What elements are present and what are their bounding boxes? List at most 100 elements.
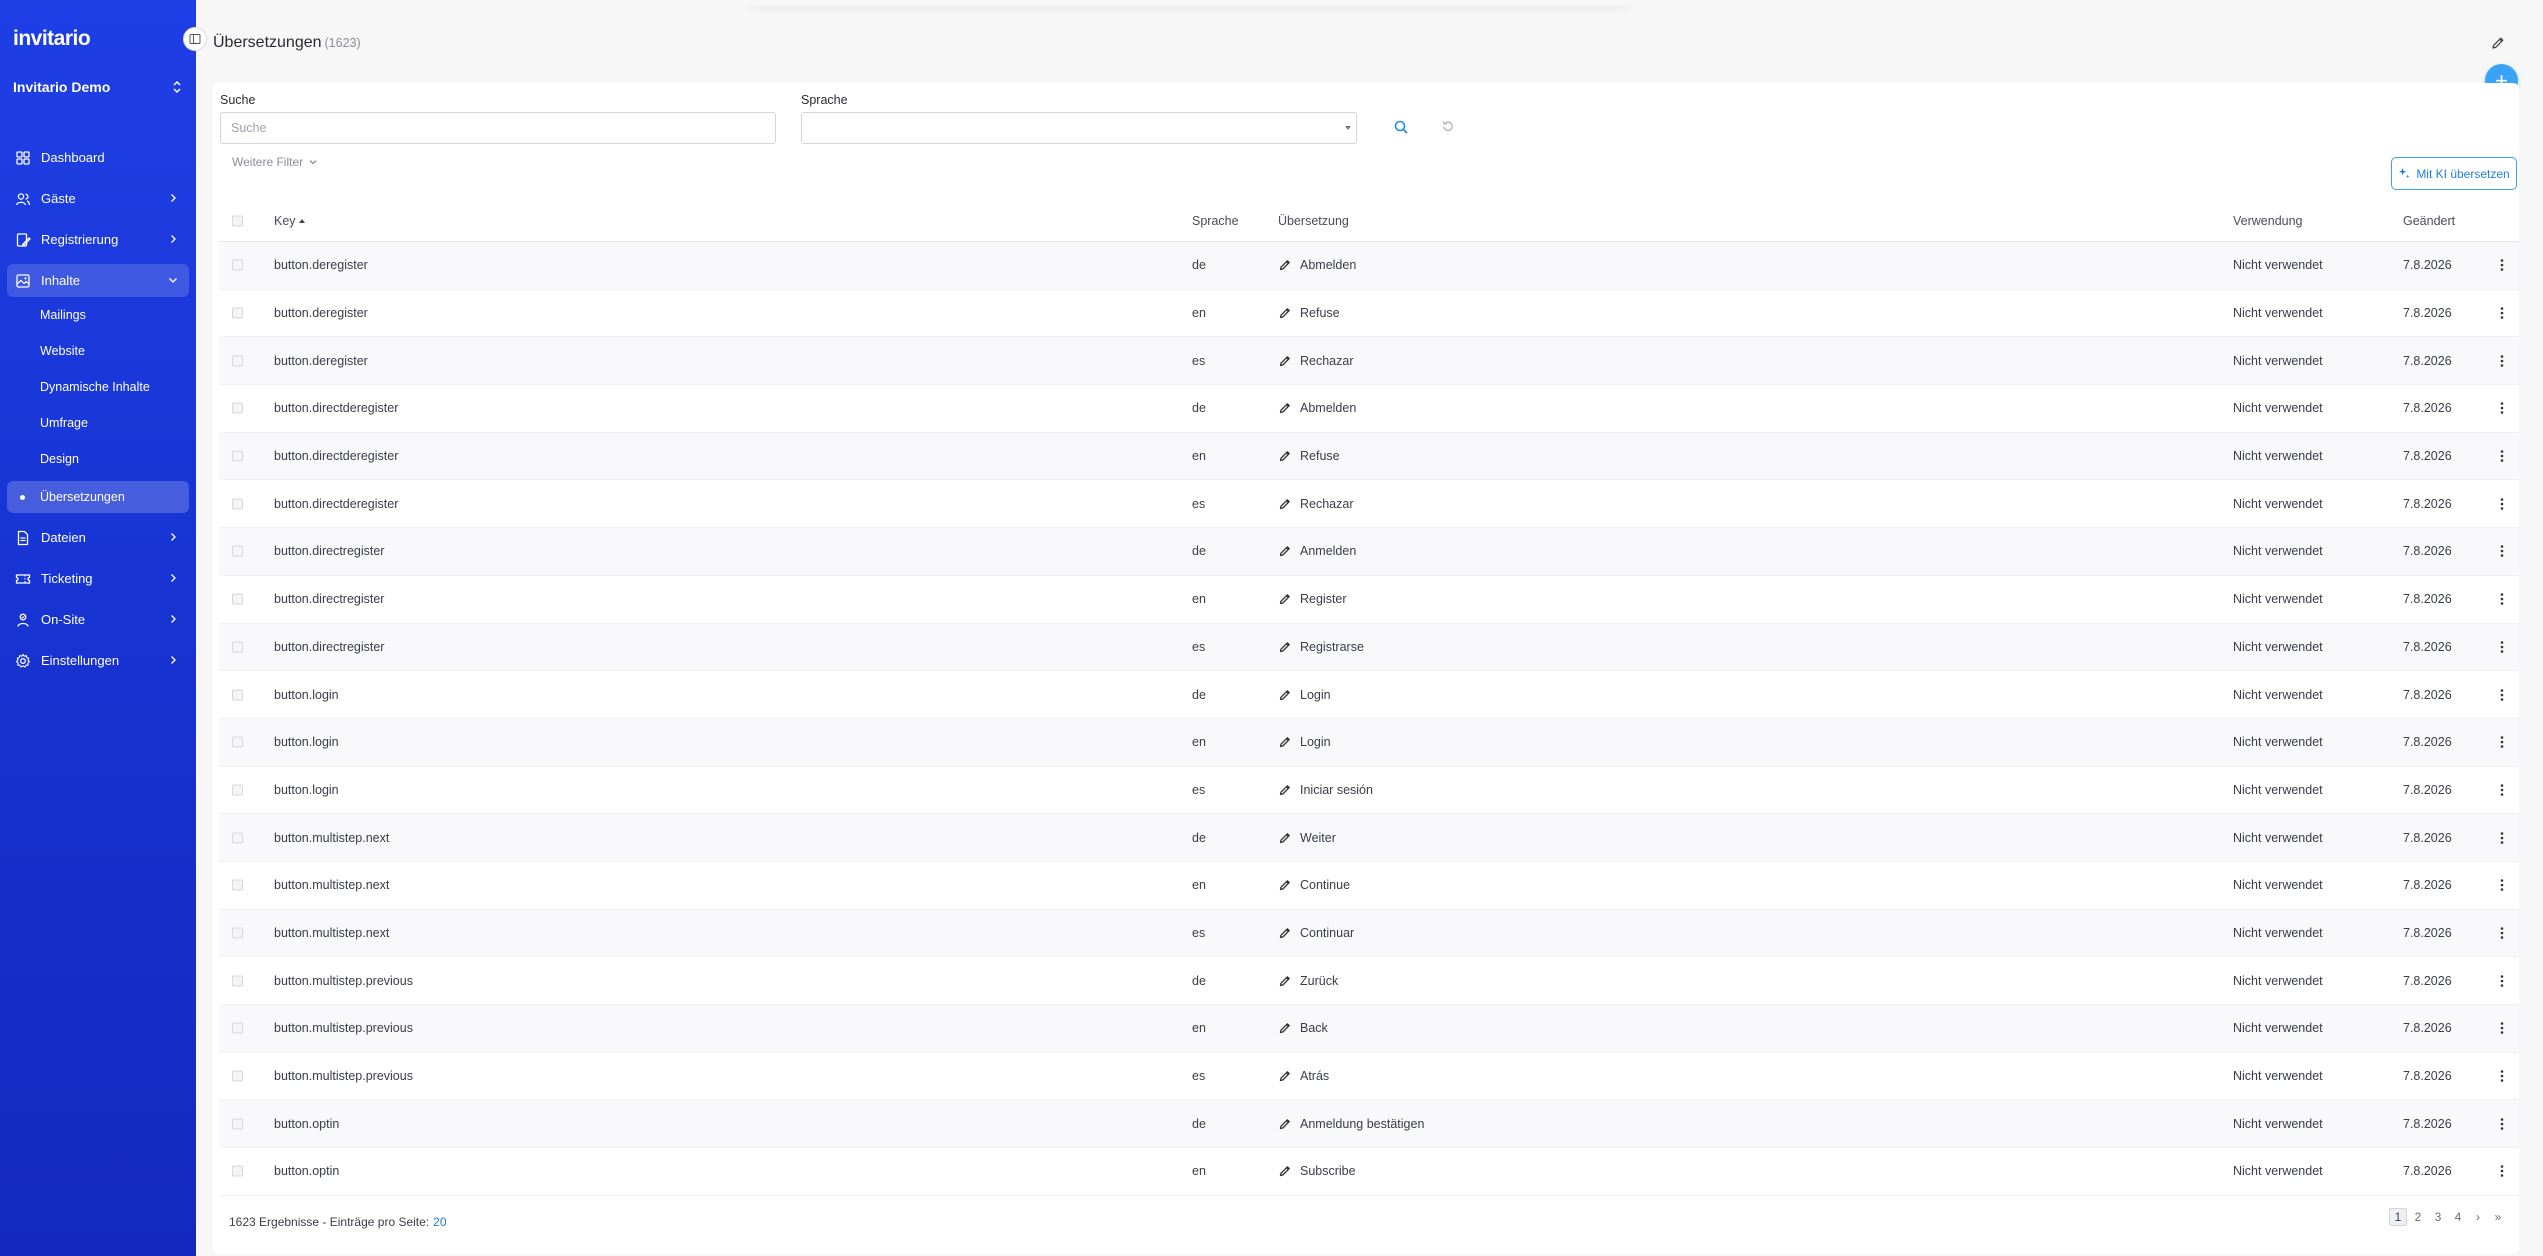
sidebar-subitem-website[interactable]: Website xyxy=(7,337,189,365)
table-row[interactable]: button.optin en Subscribe Nicht verwendet 7.… xyxy=(219,1148,2519,1196)
row-checkbox[interactable] xyxy=(232,1070,243,1082)
table-row[interactable]: button.multistep.previous de Zurück Nicht v… xyxy=(219,957,2519,1005)
per-page-select[interactable]: 20 xyxy=(433,1215,446,1229)
row-checkbox[interactable] xyxy=(232,784,243,796)
sidebar-item-ticketing[interactable]: Ticketing xyxy=(7,562,189,595)
more-vertical-icon[interactable] xyxy=(2495,831,2509,845)
table-row[interactable]: button.multistep.next en Continue Nicht ver… xyxy=(219,862,2519,910)
sidebar-item-dashboard[interactable]: Dashboard xyxy=(7,141,189,174)
pencil-icon[interactable] xyxy=(1278,354,1292,368)
sidebar-item-registrierung[interactable]: Registrierung xyxy=(7,223,189,256)
sidebar-collapse-button[interactable] xyxy=(183,27,207,51)
pencil-icon[interactable] xyxy=(1278,735,1292,749)
more-vertical-icon[interactable] xyxy=(2495,640,2509,654)
pencil-icon[interactable] xyxy=(1278,497,1292,511)
search-icon[interactable] xyxy=(1393,119,1409,135)
pencil-icon[interactable] xyxy=(1278,306,1292,320)
pencil-icon[interactable] xyxy=(1278,401,1292,415)
more-filters-toggle[interactable]: Weitere Filter xyxy=(232,155,318,169)
more-vertical-icon[interactable] xyxy=(2495,449,2509,463)
cell-translation[interactable]: Subscribe xyxy=(1278,1164,1356,1178)
more-vertical-icon[interactable] xyxy=(2495,688,2509,702)
table-row[interactable]: button.deregister en Refuse Nicht verwendet… xyxy=(219,290,2519,338)
pencil-icon[interactable] xyxy=(1278,783,1292,797)
last-page-button[interactable]: » xyxy=(2489,1208,2507,1226)
table-row[interactable]: button.deregister de Abmelden Nicht verwend… xyxy=(219,242,2519,290)
row-checkbox[interactable] xyxy=(232,450,243,462)
edit-icon[interactable] xyxy=(2490,35,2506,51)
pencil-icon[interactable] xyxy=(1278,1069,1292,1083)
row-checkbox[interactable] xyxy=(232,641,243,653)
more-vertical-icon[interactable] xyxy=(2495,1164,2509,1178)
cell-translation[interactable]: Refuse xyxy=(1278,306,1340,320)
pencil-icon[interactable] xyxy=(1278,974,1292,988)
table-row[interactable]: button.directregister es Registrarse Nicht … xyxy=(219,623,2519,672)
app-logo[interactable]: invitario xyxy=(13,27,91,51)
cell-translation[interactable]: Back xyxy=(1278,1021,1328,1035)
page-button[interactable]: 1 xyxy=(2389,1208,2407,1226)
table-row[interactable]: button.directderegister es Rechazar Nicht v… xyxy=(219,480,2519,529)
row-checkbox[interactable] xyxy=(232,832,243,844)
pencil-icon[interactable] xyxy=(1278,1117,1292,1131)
table-row[interactable]: button.multistep.next es Continuar Nicht ve… xyxy=(219,909,2519,958)
table-row[interactable]: button.multistep.next de Weiter Nicht verwe… xyxy=(219,814,2519,862)
cell-translation[interactable]: Registrarse xyxy=(1278,640,1364,654)
row-checkbox[interactable] xyxy=(232,307,243,319)
table-row[interactable]: button.directderegister en Refuse Nicht ver… xyxy=(219,432,2519,481)
reset-icon[interactable] xyxy=(1440,119,1455,134)
cell-translation[interactable]: Rechazar xyxy=(1278,497,1354,511)
more-vertical-icon[interactable] xyxy=(2495,354,2509,368)
more-vertical-icon[interactable] xyxy=(2495,306,2509,320)
page-button[interactable]: 3 xyxy=(2429,1208,2447,1226)
row-checkbox[interactable] xyxy=(232,927,243,939)
language-select[interactable] xyxy=(801,112,1357,144)
ai-translate-button[interactable]: Mit KI übersetzen xyxy=(2391,157,2517,190)
column-translation[interactable]: Übersetzung xyxy=(1278,214,1349,228)
cell-translation[interactable]: Refuse xyxy=(1278,449,1340,463)
pencil-icon[interactable] xyxy=(1278,544,1292,558)
row-checkbox[interactable] xyxy=(232,355,243,367)
more-vertical-icon[interactable] xyxy=(2495,974,2509,988)
more-vertical-icon[interactable] xyxy=(2495,878,2509,892)
sidebar-subitem-uebersetzungen[interactable]: Übersetzungen xyxy=(7,481,189,513)
pencil-icon[interactable] xyxy=(1278,688,1292,702)
sidebar-item-on-site[interactable]: On-Site xyxy=(7,603,189,636)
more-vertical-icon[interactable] xyxy=(2495,1069,2509,1083)
table-row[interactable]: button.login de Login Nicht verwendet 7.8.20… xyxy=(219,671,2519,719)
sidebar-item-inhalte[interactable]: Inhalte xyxy=(7,264,189,297)
more-vertical-icon[interactable] xyxy=(2495,783,2509,797)
table-row[interactable]: button.login en Login Nicht verwendet 7.8.20… xyxy=(219,718,2519,767)
row-checkbox[interactable] xyxy=(232,1118,243,1130)
more-vertical-icon[interactable] xyxy=(2495,258,2509,272)
sidebar-subitem-dynamische-inhalte[interactable]: Dynamische Inhalte xyxy=(7,373,189,401)
sidebar-subitem-mailings[interactable]: Mailings xyxy=(7,301,189,329)
row-checkbox[interactable] xyxy=(232,498,243,510)
sidebar-item-einstellungen[interactable]: Einstellungen xyxy=(7,644,189,677)
table-row[interactable]: button.directregister de Anmelden Nicht ver… xyxy=(219,528,2519,576)
cell-translation[interactable]: Rechazar xyxy=(1278,354,1354,368)
column-usage[interactable]: Verwendung xyxy=(2233,214,2303,228)
row-checkbox[interactable] xyxy=(232,593,243,605)
table-row[interactable]: button.deregister es Rechazar Nicht verwend… xyxy=(219,337,2519,386)
table-row[interactable]: button.multistep.previous en Back Nicht ver… xyxy=(219,1005,2519,1053)
column-language[interactable]: Sprache xyxy=(1192,214,1239,228)
cell-translation[interactable]: Atrás xyxy=(1278,1069,1329,1083)
row-checkbox[interactable] xyxy=(232,545,243,557)
cell-translation[interactable]: Register xyxy=(1278,592,1347,606)
pencil-icon[interactable] xyxy=(1278,640,1292,654)
row-checkbox[interactable] xyxy=(232,259,243,271)
column-key[interactable]: Key xyxy=(274,214,305,228)
more-vertical-icon[interactable] xyxy=(2495,735,2509,749)
row-checkbox[interactable] xyxy=(232,736,243,748)
table-row[interactable]: button.login es Iniciar sesión Nicht verwen… xyxy=(219,767,2519,815)
search-input[interactable]: Suche xyxy=(220,112,776,144)
more-vertical-icon[interactable] xyxy=(2495,926,2509,940)
cell-translation[interactable]: Continuar xyxy=(1278,926,1354,940)
pencil-icon[interactable] xyxy=(1278,449,1292,463)
row-checkbox[interactable] xyxy=(232,1165,243,1177)
page-button[interactable]: 4 xyxy=(2449,1208,2467,1226)
column-changed[interactable]: Geändert xyxy=(2403,214,2455,228)
sidebar-subitem-design[interactable]: Design xyxy=(7,445,189,473)
pencil-icon[interactable] xyxy=(1278,831,1292,845)
cell-translation[interactable]: Weiter xyxy=(1278,831,1336,845)
